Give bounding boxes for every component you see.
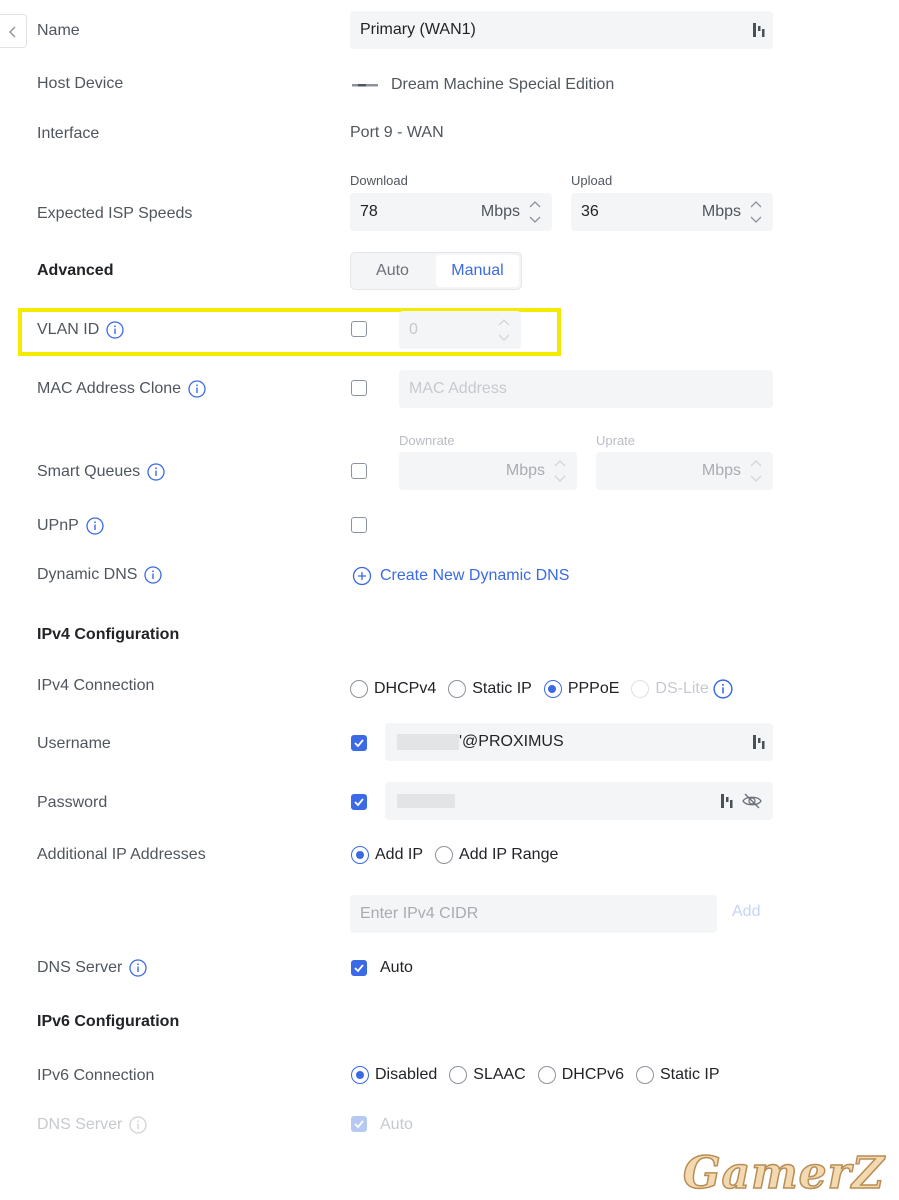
advanced-toggle[interactable]: Auto Manual xyxy=(350,252,522,290)
upload-unit: Mbps xyxy=(701,203,741,220)
mac-clone-label: MAC Address Clone xyxy=(37,380,206,398)
uprate-input[interactable]: Mbps xyxy=(596,452,773,490)
eye-off-icon[interactable] xyxy=(741,792,763,810)
info-icon[interactable] xyxy=(713,679,733,699)
host-device-label: Host Device xyxy=(37,75,124,92)
ipv4-heading: IPv4 Configuration xyxy=(37,626,180,643)
stepper-icon[interactable] xyxy=(528,198,542,226)
username-input[interactable]: '@PROXIMUS xyxy=(385,723,773,761)
radio-dhcpv6[interactable]: DHCPv6 xyxy=(537,1066,624,1084)
ipv6-heading: IPv6 Configuration xyxy=(37,1013,180,1030)
info-icon xyxy=(129,1116,148,1134)
name-input[interactable]: Primary (WAN1) xyxy=(350,11,773,49)
upload-input[interactable]: 36 Mbps xyxy=(571,193,773,231)
password-checkbox[interactable] xyxy=(351,794,367,810)
radio-static-ip[interactable]: Static IP xyxy=(448,680,532,698)
stepper-icon[interactable] xyxy=(749,457,763,485)
radio-ipv6-static-ip[interactable]: Static IP xyxy=(635,1066,720,1084)
ipv4-dns-auto-label: Auto xyxy=(380,959,413,976)
ipv4-connection-label: IPv4 Connection xyxy=(37,677,155,694)
upnp-label: UPnP xyxy=(37,517,104,535)
host-device-value: Dream Machine Special Edition xyxy=(352,76,614,94)
device-icon xyxy=(352,84,378,87)
ipv4-cidr-input[interactable]: Enter IPv4 CIDR xyxy=(350,895,717,933)
mac-clone-checkbox[interactable] xyxy=(351,380,367,396)
download-caption: Download xyxy=(350,173,408,188)
download-input[interactable]: 78 Mbps xyxy=(350,193,552,231)
info-icon[interactable] xyxy=(86,517,104,535)
vlan-checkbox[interactable] xyxy=(351,321,367,337)
password-label: Password xyxy=(37,794,108,811)
username-checkbox[interactable] xyxy=(351,735,367,751)
mac-address-input[interactable]: MAC Address xyxy=(399,370,773,408)
ipv6-dns-auto-label: Auto xyxy=(380,1116,413,1133)
check-icon xyxy=(354,1120,364,1129)
watermark-logo: GamerZ xyxy=(682,1147,885,1200)
check-icon xyxy=(354,964,364,973)
username-label: Username xyxy=(37,735,111,752)
password-input[interactable] xyxy=(385,782,773,820)
create-dynamic-dns-link[interactable]: Create New Dynamic DNS xyxy=(352,566,569,586)
uprate-unit: Mbps xyxy=(701,462,741,479)
ipv6-dns-label: DNS Server xyxy=(37,1116,148,1134)
advanced-auto-option[interactable]: Auto xyxy=(351,253,434,289)
stepper-icon[interactable] xyxy=(749,198,763,226)
info-icon[interactable] xyxy=(147,463,165,481)
radio-slaac[interactable]: SLAAC xyxy=(449,1066,526,1084)
ipv4-dns-label: DNS Server xyxy=(37,959,148,977)
info-icon[interactable] xyxy=(106,321,124,339)
upnp-checkbox[interactable] xyxy=(351,517,367,533)
dynamic-dns-label: Dynamic DNS xyxy=(37,566,163,584)
vlan-input[interactable]: 0 xyxy=(399,311,521,349)
info-icon[interactable] xyxy=(188,380,206,398)
radio-pppoe[interactable]: PPPoE xyxy=(543,680,619,698)
info-icon[interactable] xyxy=(129,959,148,977)
radio-disabled[interactable]: Disabled xyxy=(351,1066,437,1084)
info-icon[interactable] xyxy=(144,566,163,584)
smart-queues-label: Smart Queues xyxy=(37,463,165,481)
additional-ip-label: Additional IP Addresses xyxy=(37,846,206,863)
downrate-input[interactable]: Mbps xyxy=(399,452,577,490)
radio-add-ip[interactable]: Add IP xyxy=(351,846,423,864)
ipv6-dns-auto-checkbox[interactable] xyxy=(351,1116,367,1132)
back-button[interactable] xyxy=(0,14,27,48)
downrate-caption: Downrate xyxy=(399,433,455,448)
check-icon xyxy=(354,798,364,807)
stepper-icon[interactable] xyxy=(497,316,511,344)
isp-speeds-label: Expected ISP Speeds xyxy=(37,205,193,222)
password-manager-icon[interactable] xyxy=(751,733,767,751)
interface-label: Interface xyxy=(37,125,100,142)
plus-circle-icon xyxy=(352,566,372,586)
add-ip-button[interactable]: Add xyxy=(732,903,760,921)
ipv4-dns-auto-checkbox[interactable] xyxy=(351,960,367,976)
interface-value: Port 9 - WAN xyxy=(350,124,444,141)
vlan-label: VLAN ID xyxy=(37,321,124,339)
uprate-caption: Uprate xyxy=(596,433,636,448)
ipv6-connection-label: IPv6 Connection xyxy=(37,1067,155,1084)
advanced-label: Advanced xyxy=(37,262,114,279)
radio-dhcpv4[interactable]: DHCPv4 xyxy=(350,680,436,698)
download-unit: Mbps xyxy=(480,203,520,220)
upload-caption: Upload xyxy=(571,173,613,188)
radio-ds-lite[interactable]: DS-Lite xyxy=(631,680,709,698)
additional-ip-radios: Add IP Add IP Range xyxy=(351,846,570,864)
ipv6-connection-radios: Disabled SLAAC DHCPv6 Static IP xyxy=(351,1066,732,1084)
name-label: Name xyxy=(37,22,80,39)
stepper-icon[interactable] xyxy=(553,457,567,485)
ipv4-connection-radios: DHCPv4 Static IP PPPoE DS-Lite xyxy=(350,679,733,699)
chevron-left-icon xyxy=(9,26,16,38)
redacted-block xyxy=(397,794,455,808)
radio-add-ip-range[interactable]: Add IP Range xyxy=(435,846,558,864)
smart-queues-checkbox[interactable] xyxy=(351,463,367,479)
advanced-manual-option[interactable]: Manual xyxy=(436,255,519,287)
password-manager-icon[interactable] xyxy=(751,21,767,39)
downrate-unit: Mbps xyxy=(505,462,545,479)
check-icon xyxy=(354,739,364,748)
password-manager-icon[interactable] xyxy=(719,792,735,810)
redacted-block xyxy=(397,734,459,750)
